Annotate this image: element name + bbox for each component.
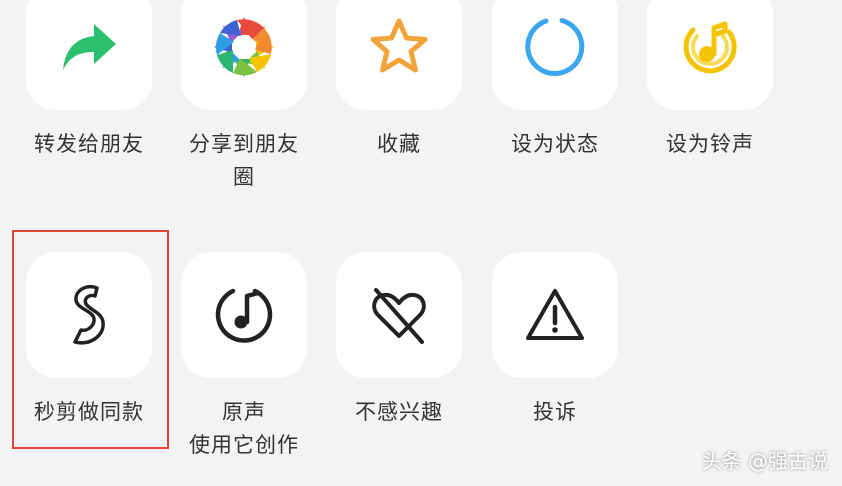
- forward-to-friend-tile[interactable]: 转发给朋友: [22, 0, 156, 161]
- favorite-label: 收藏: [377, 132, 421, 156]
- star-icon: [370, 18, 428, 73]
- set-as-status-button[interactable]: [492, 0, 618, 110]
- not-interested-tile[interactable]: 不感兴趣: [332, 252, 466, 429]
- moments-aperture-icon: [214, 17, 274, 77]
- favorite-tile[interactable]: 收藏: [332, 0, 466, 161]
- report-button[interactable]: [492, 252, 618, 378]
- original-sound-label: 原声 使用它创作: [189, 400, 299, 457]
- music-note-circle-icon: [215, 288, 273, 343]
- not-interested-label: 不感兴趣: [355, 400, 443, 424]
- favorite-button[interactable]: [336, 0, 462, 110]
- ringtone-note-icon: [683, 21, 737, 74]
- share-to-moments-button[interactable]: [181, 0, 307, 110]
- original-sound-button[interactable]: [181, 252, 307, 378]
- set-as-ringtone-button[interactable]: [647, 0, 773, 110]
- watermark: 头条 @强古说: [701, 449, 828, 473]
- set-as-ringtone-tile[interactable]: 设为铃声: [643, 0, 777, 161]
- forward-to-friend-button[interactable]: [26, 0, 152, 110]
- report-tile[interactable]: 投诉: [488, 252, 622, 429]
- crossed-heart-icon: [372, 288, 426, 344]
- warning-triangle-icon: [526, 289, 584, 340]
- report-label: 投诉: [533, 400, 577, 424]
- highlight-box: [12, 230, 169, 449]
- set-as-ringtone-label: 设为铃声: [666, 132, 754, 156]
- set-as-status-tile[interactable]: 设为状态: [488, 0, 622, 161]
- not-interested-button[interactable]: [336, 252, 462, 378]
- forward-arrow-icon: [63, 24, 116, 70]
- set-as-status-label: 设为状态: [511, 132, 599, 156]
- forward-to-friend-label: 转发给朋友: [34, 132, 144, 156]
- status-ring-icon: [525, 18, 585, 77]
- original-sound-tile[interactable]: 原声 使用它创作: [177, 252, 311, 462]
- share-to-moments-label: 分享到朋友 圈: [189, 132, 299, 189]
- share-to-moments-tile[interactable]: 分享到朋友 圈: [177, 0, 311, 194]
